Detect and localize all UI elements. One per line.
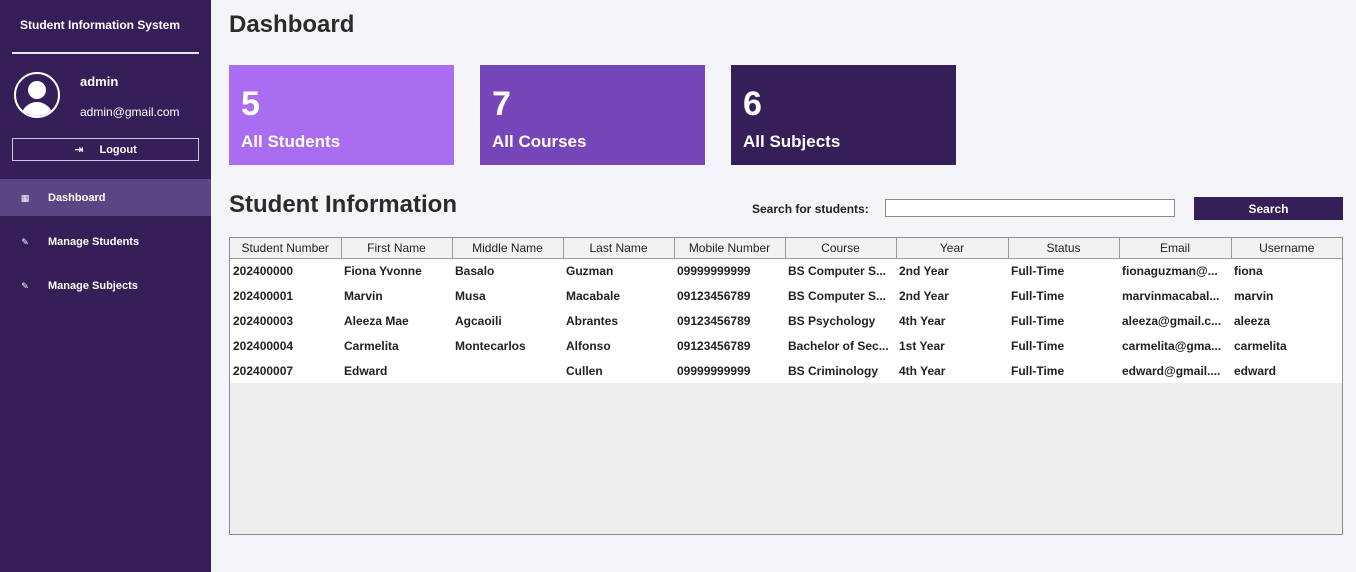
card-all-subjects: 6 All Subjects [731,65,956,165]
card-count: 7 [492,85,511,123]
page-title: Dashboard [229,11,355,38]
table-cell: Bachelor of Sec... [788,338,889,353]
card-label: All Courses [492,132,587,151]
table-cell: aleeza [1234,313,1271,328]
user-email: admin@gmail.com [80,105,180,119]
student-table[interactable]: Student Number First Name Middle Name La… [229,237,1343,535]
column-header[interactable]: Last Name [563,238,675,259]
sidebar-item-dashboard[interactable]: ▦ Dashboard [0,179,211,216]
card-all-courses: 7 All Courses [480,65,705,165]
table-cell: Agcaoili [455,313,502,328]
table-row[interactable]: 202400004 Carmelita Montecarlos Alfonso … [230,333,1342,358]
table-cell: Full-Time [1011,363,1065,378]
table-cell: edward [1234,363,1277,378]
table-cell: carmelita [1234,338,1287,353]
table-cell: Full-Time [1011,263,1065,278]
sidebar-item-label: Dashboard [48,191,106,204]
table-cell: Fiona Yvonne [344,263,422,278]
table-cell: carmelita@gma... [1122,338,1222,353]
table-cell: 09999999999 [677,363,751,378]
card-count: 6 [743,85,762,123]
sidebar-item-manage-students[interactable]: ✎ Manage Students [0,223,211,260]
logout-button[interactable]: ⇥ Logout [12,138,199,161]
logout-icon: ⇥ [74,144,84,156]
table-cell: 202400007 [233,363,294,378]
table-row[interactable]: 202400007 Edward Cullen 09999999999 BS C… [230,358,1342,383]
table-cell [452,358,563,383]
app-title: Student Information System [19,18,180,32]
table-header: Student Number First Name Middle Name La… [230,238,1342,259]
table-cell: aleeza@gmail.c... [1122,313,1222,328]
table-cell: 202400004 [233,338,294,353]
table-cell: fionaguzman@... [1122,263,1218,278]
card-all-students: 5 All Students [229,65,454,165]
table-cell: Abrantes [566,313,619,328]
sidebar-item-label: Manage Students [48,235,140,248]
column-header[interactable]: Course [785,238,897,259]
column-header[interactable]: First Name [341,238,453,259]
table-cell: edward@gmail.... [1122,363,1221,378]
section-title: Student Information [229,191,457,218]
table-cell: 4th Year [899,363,946,378]
table-cell: Montecarlos [455,338,526,353]
table-cell: 202400003 [233,313,294,328]
table-row[interactable]: 202400000 Fiona Yvonne Basalo Guzman 099… [230,258,1342,283]
table-cell: Musa [455,288,486,303]
table-cell: Edward [344,363,388,378]
table-cell: Full-Time [1011,288,1065,303]
column-header[interactable]: Mobile Number [674,238,786,259]
table-cell: Cullen [566,363,603,378]
sidebar-item-label: Manage Subjects [48,279,138,292]
table-cell: BS Psychology [788,313,876,328]
column-header[interactable]: Status [1008,238,1120,259]
table-cell: Aleeza Mae [344,313,409,328]
column-header[interactable]: Student Number [230,238,342,259]
table-cell: 4th Year [899,313,946,328]
table-cell: Marvin [344,288,383,303]
table-cell: Carmelita [344,338,399,353]
sidebar-item-manage-subjects[interactable]: ✎ Manage Subjects [0,267,211,304]
card-count: 5 [241,85,260,123]
table-row[interactable]: 202400001 Marvin Musa Macabale 091234567… [230,283,1342,308]
table-cell: 2nd Year [899,263,949,278]
table-cell: 202400001 [233,288,294,303]
column-header[interactable]: Username [1231,238,1342,259]
table-cell: Guzman [566,263,614,278]
card-label: All Students [241,132,341,151]
table-cell: BS Computer S... [788,263,887,278]
edit-icon: ✎ [21,280,29,291]
search-button[interactable]: Search [1194,197,1343,220]
table-cell: Macabale [566,288,621,303]
table-cell: 202400000 [233,263,294,278]
table-cell: 1st Year [899,338,945,353]
column-header[interactable]: Email [1119,238,1232,259]
table-cell: 09123456789 [677,313,751,328]
search-label: Search for students: [752,202,869,216]
search-input[interactable] [885,199,1175,217]
table-cell: 09999999999 [677,263,751,278]
column-header[interactable]: Middle Name [452,238,564,259]
table-cell: marvinmacabal... [1122,288,1220,303]
table-cell: 2nd Year [899,288,949,303]
table-cell: Basalo [455,263,495,278]
grid-icon: ▦ [20,192,30,203]
user-avatar-icon [14,72,60,118]
table-cell: BS Computer S... [788,288,887,303]
table-cell: Alfonso [566,338,611,353]
card-label: All Subjects [743,132,841,151]
table-cell: BS Criminology [788,363,879,378]
column-header[interactable]: Year [896,238,1009,259]
table-cell: Full-Time [1011,313,1065,328]
table-row[interactable]: 202400003 Aleeza Mae Agcaoili Abrantes 0… [230,308,1342,333]
divider [12,52,199,54]
table-cell: Full-Time [1011,338,1065,353]
user-name: admin [80,74,119,89]
table-cell: 09123456789 [677,288,751,303]
table-cell: fiona [1234,263,1263,278]
table-cell: marvin [1234,288,1274,303]
logout-label: Logout [99,143,137,156]
sidebar: Student Information System admin admin@g… [0,0,211,572]
table-cell: 09123456789 [677,338,751,353]
edit-icon: ✎ [21,236,29,247]
